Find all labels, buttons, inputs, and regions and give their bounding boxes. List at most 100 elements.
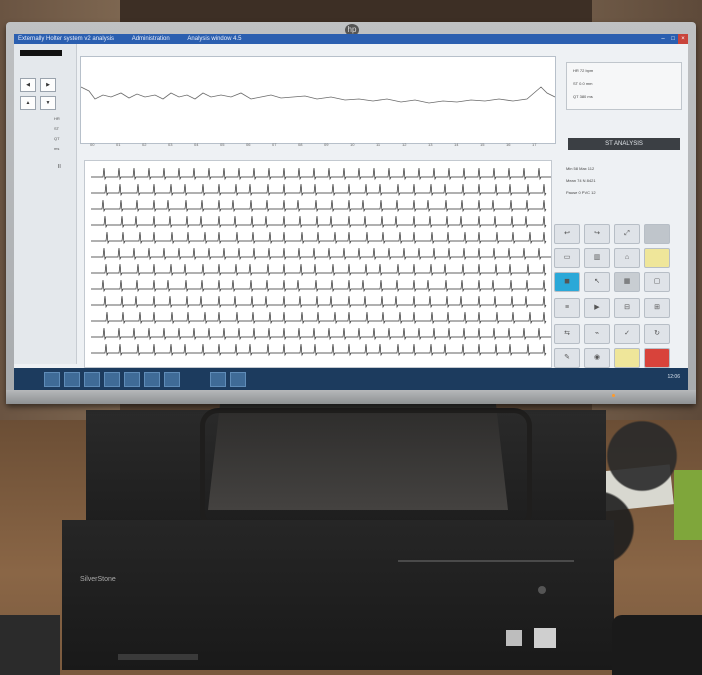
title-segment[interactable]: Administration [132, 36, 170, 42]
taskbar-app-icon[interactable] [230, 372, 246, 387]
tool-button[interactable]: ✓ [614, 324, 640, 344]
info-row: QT 380 ms [573, 94, 593, 99]
tool-button[interactable]: ⌁ [584, 324, 610, 344]
usb-port[interactable] [506, 630, 522, 646]
tool-button[interactable]: ≡ [554, 298, 580, 318]
system-clock[interactable]: 12:06 [667, 374, 680, 380]
ecg-trace-row [91, 167, 557, 181]
tool-button[interactable]: ↖ [584, 272, 610, 292]
title-segment: Externally Holter system v2 analysis [18, 36, 115, 42]
ecg-trace-row [91, 215, 547, 229]
front-audio-ports[interactable] [118, 654, 198, 660]
taskbar-app-icon[interactable] [144, 372, 160, 387]
tool-button[interactable]: ▢ [644, 272, 670, 292]
tool-button[interactable]: ⇆ [554, 324, 580, 344]
up-button[interactable]: ▲ [20, 96, 36, 110]
tool-button[interactable]: ▥ [584, 248, 610, 268]
next-button[interactable]: ▶ [40, 78, 56, 92]
tool-button[interactable]: ▦ [614, 272, 640, 292]
power-led-icon [612, 394, 615, 397]
prev-button[interactable]: ◀ [20, 78, 36, 92]
maximize-button[interactable]: □ [668, 34, 678, 44]
ecg-trace-row [91, 231, 547, 245]
ecg-trace-row [91, 311, 547, 325]
tool-button[interactable]: ▭ [554, 248, 580, 268]
taskbar-app-icon[interactable] [164, 372, 180, 387]
ecg-trace-row [91, 247, 557, 261]
tool-button[interactable]: ↪ [584, 224, 610, 244]
stats-row: Min 58 Max 112 [566, 166, 595, 171]
active-tool-button[interactable]: ◼ [554, 272, 580, 292]
pc-case-front [62, 520, 614, 670]
axis-tick: 17 [532, 142, 537, 147]
axis-tick: 06 [246, 142, 251, 147]
panel-label: HR [54, 116, 60, 121]
tool-button[interactable] [644, 248, 670, 268]
taskbar-app-icon[interactable] [104, 372, 120, 387]
monitor-chin [6, 390, 696, 404]
ecg-trace-row [91, 263, 547, 277]
axis-tick: 07 [272, 142, 277, 147]
panel-label: ST [54, 126, 60, 131]
power-button[interactable] [538, 586, 546, 594]
tool-button[interactable]: ⊞ [644, 298, 670, 318]
trend-graph [80, 86, 556, 104]
ecg-strip-panel[interactable] [84, 160, 557, 368]
analysis-button[interactable]: ST ANALYSIS [568, 138, 680, 150]
tool-button[interactable] [614, 348, 640, 368]
taskbar-app-icon[interactable] [124, 372, 140, 387]
optical-drive-slot[interactable] [398, 560, 574, 562]
info-row: ST 0.0 mm [573, 81, 593, 86]
axis-tick: 11 [376, 142, 381, 147]
down-button[interactable]: ▼ [40, 96, 56, 110]
stats-row: Mean 74 N 8421 [566, 178, 596, 183]
usb-port[interactable] [534, 628, 556, 648]
taskbar-app-icon[interactable] [64, 372, 80, 387]
tool-button[interactable] [644, 224, 670, 244]
axis-tick: 14 [454, 142, 459, 147]
title-segment[interactable]: Analysis window 4.5 [187, 36, 241, 42]
ecg-trace-row [91, 199, 547, 213]
ecg-trace-row [91, 279, 547, 293]
ecg-trace-row [91, 327, 557, 341]
panel-label: ms [54, 146, 60, 151]
axis-tick: 03 [168, 142, 173, 147]
axis-tick: 00 [90, 142, 95, 147]
axis-tick: 02 [142, 142, 147, 147]
axis-tick: 13 [428, 142, 433, 147]
tool-button[interactable]: ↩ [554, 224, 580, 244]
taskbar-app-icon[interactable] [84, 372, 100, 387]
title-bar: Externally Holter system v2 analysis Adm… [14, 34, 688, 44]
axis-tick: 15 [480, 142, 485, 147]
tool-button[interactable]: ⌂ [614, 248, 640, 268]
axis-tick: 08 [298, 142, 303, 147]
heart-rate-trend-panel[interactable] [80, 56, 556, 144]
desk-object [0, 615, 60, 675]
stats-row: Pause 0 PVC 12 [566, 190, 596, 195]
tool-button[interactable]: ◉ [584, 348, 610, 368]
axis-tick: 01 [116, 142, 121, 147]
panel-label: QT [54, 136, 60, 141]
ecg-trace-row [91, 183, 547, 197]
minimize-button[interactable]: – [658, 34, 668, 44]
taskbar-app-icon[interactable] [210, 372, 226, 387]
monitor-screen: Externally Holter system v2 analysis Adm… [14, 34, 688, 390]
tool-button[interactable]: ⤢ [614, 224, 640, 244]
alert-button[interactable] [644, 348, 670, 368]
tool-button[interactable]: ▶ [584, 298, 610, 318]
trend-time-axis: 00 01 02 03 04 05 06 07 08 09 10 11 12 1… [80, 142, 554, 152]
left-control-panel: ◀ ▶ ▲ ▼ HR ST QT ms [14, 44, 77, 364]
tool-button[interactable]: ⊟ [614, 298, 640, 318]
vitals-info-box: HR 72 bpm ST 0.0 mm QT 380 ms [566, 62, 682, 110]
info-row: HR 72 bpm [573, 68, 594, 73]
ecg-lead-label: II [58, 164, 61, 170]
tool-button[interactable]: ↻ [644, 324, 670, 344]
selection-field[interactable] [20, 50, 62, 56]
axis-tick: 04 [194, 142, 199, 147]
tool-button-grid: ↩ ↪ ⤢ ▭ ▥ ⌂ ◼ ↖ ▦ ▢ ≡ ▶ ⊟ ⊞ ⇆ ⌁ ✓ ↻ ✎ ◉ [554, 224, 682, 370]
tool-button[interactable]: ✎ [554, 348, 580, 368]
start-icon[interactable] [44, 372, 60, 387]
ecg-trace-row [91, 343, 547, 357]
ecg-trace-row [91, 295, 547, 309]
close-button[interactable]: × [678, 34, 688, 44]
